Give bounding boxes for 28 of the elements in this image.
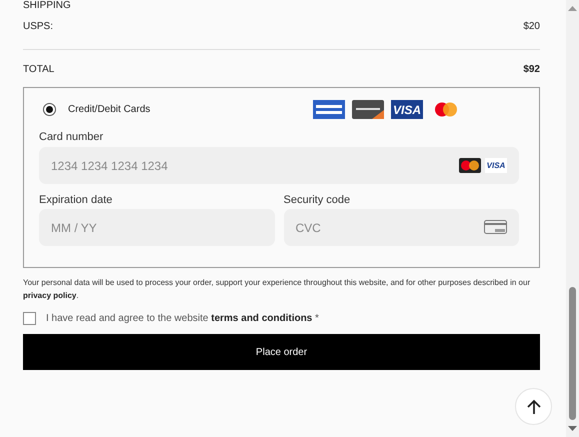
- discover-card-icon: [352, 100, 384, 119]
- terms-checkbox[interactable]: [23, 312, 36, 325]
- visa-card-logo: VISA: [391, 100, 423, 119]
- field-label: Card number: [39, 131, 104, 143]
- total-label: TOTAL: [23, 64, 54, 75]
- shipping-price: $20: [523, 21, 540, 32]
- scroll-to-top-button[interactable]: [515, 388, 552, 425]
- privacy-policy-link[interactable]: privacy policy: [23, 291, 76, 300]
- up-arrow-icon: [526, 398, 540, 414]
- scrollbar-thumb[interactable]: [569, 287, 576, 420]
- scroll-down-arrow-icon[interactable]: [566, 425, 579, 433]
- terms-text: I have read and agree to the website terms and conditions *: [46, 313, 319, 324]
- expiry-field[interactable]: MM / YY: [39, 209, 274, 246]
- payment-option-label: Credit/Debit Cards: [68, 104, 152, 115]
- shipping-method: USPS:: [23, 21, 54, 32]
- amex-card-icon: [313, 100, 345, 119]
- field-label: Expiration date: [39, 194, 114, 206]
- place-order-button[interactable]: Place order: [23, 334, 540, 370]
- privacy-notice: Your personal data will be used to process your order, support your experience throughout this website, and for other purposes described in our privacy policy.: [23, 277, 532, 302]
- field-label: Security code: [284, 194, 352, 206]
- terms-link[interactable]: terms and conditions: [211, 313, 312, 324]
- payment-radio[interactable]: [43, 103, 56, 116]
- total-amount: $92: [523, 64, 540, 75]
- mastercard-icon: [459, 158, 481, 173]
- section-heading: SHIPPING: [23, 0, 72, 12]
- cvc-field[interactable]: CVC: [284, 209, 519, 246]
- visa-card-logo: VISA: [485, 158, 507, 173]
- card-back-icon: [484, 220, 507, 236]
